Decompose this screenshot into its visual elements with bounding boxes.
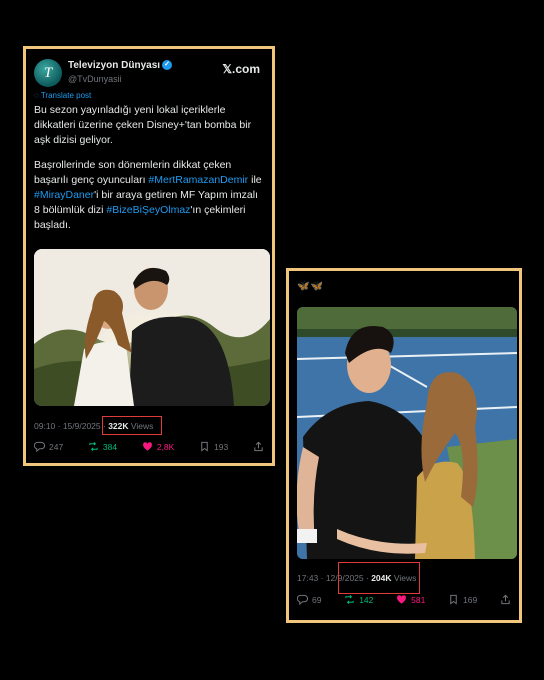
author-handle[interactable]: @TvDunyasii — [68, 74, 122, 84]
tweet-paragraph-2: Başrollerinde son dönemlerin dikkat çeke… — [34, 158, 264, 233]
bookmark-button[interactable]: 193 — [199, 441, 228, 452]
author-name[interactable]: Televizyon Dünyası ✓ — [68, 60, 173, 71]
translate-post-link[interactable]: ◌ Translate post — [34, 91, 91, 100]
reply-count: 69 — [312, 594, 322, 605]
couple-tennis-court-illustration — [297, 307, 517, 559]
like-count: 581 — [411, 594, 426, 605]
reply-button[interactable]: 69 — [297, 594, 321, 605]
text-segment: ile — [248, 174, 262, 186]
repost-icon — [345, 595, 354, 604]
x-logo: 𝕏.com — [222, 62, 260, 76]
bookmark-icon — [201, 441, 208, 452]
bookmark-button[interactable]: 169 — [448, 594, 477, 605]
avatar[interactable]: T — [34, 59, 62, 87]
tweet-photo[interactable] — [34, 249, 270, 406]
hashtag-link[interactable]: #BizeBiŞeyOlmaz — [106, 204, 190, 216]
hashtag-link[interactable]: #MirayDaner — [34, 189, 94, 201]
tweet-actions: 247 384 2,8K 193 — [34, 441, 264, 452]
like-count: 2,8K — [156, 441, 175, 452]
like-button[interactable]: 581 — [396, 594, 425, 605]
tweet-text: Bu sezon yayınladığı yeni lokal içerikle… — [34, 103, 264, 243]
like-button[interactable]: 2,8K — [142, 441, 175, 452]
translate-label: Translate post — [40, 91, 92, 100]
bookmark-count: 193 — [214, 441, 229, 452]
bookmark-icon — [450, 594, 457, 605]
butterfly-emoji-text: 🦋🦋 — [297, 281, 324, 292]
globe-icon: ◌ — [34, 91, 39, 100]
heart-icon — [397, 595, 407, 604]
repost-icon — [89, 442, 98, 451]
reply-button[interactable]: 247 — [34, 441, 63, 452]
tweet-card-televizyon-dunyasi: T Televizyon Dünyası ✓ @TvDunyasii 𝕏.com … — [23, 46, 275, 466]
tweet-actions: 69 142 581 169 — [297, 594, 511, 605]
verified-badge-icon: ✓ — [162, 60, 173, 71]
repost-button[interactable]: 142 — [344, 594, 373, 605]
repost-count: 384 — [102, 441, 118, 452]
tweet-card-second: 🦋🦋 17:43 · 12/9/2025 · 204K Views 69 142… — [286, 268, 522, 623]
views-highlight-box — [102, 416, 162, 435]
author-name-text: Televizyon Dünyası — [68, 60, 161, 71]
hashtag-link[interactable]: #MertRamazanDemir — [148, 174, 248, 186]
tweet-photo[interactable] — [297, 307, 517, 559]
reply-count: 247 — [49, 441, 64, 452]
views-highlight-box — [338, 562, 420, 594]
share-button[interactable] — [253, 441, 264, 452]
share-button[interactable] — [500, 594, 511, 605]
heart-icon — [142, 442, 152, 451]
timestamp[interactable]: 09:10 · 15/9/2025 · — [34, 421, 108, 431]
reply-icon — [297, 594, 308, 605]
share-icon — [501, 594, 510, 605]
avatar-letter: T — [43, 64, 53, 81]
bookmark-count: 169 — [463, 594, 478, 605]
repost-count: 142 — [359, 594, 374, 605]
couple-photo-illustration — [34, 249, 270, 406]
repost-button[interactable]: 384 — [88, 441, 117, 452]
tweet-header: T Televizyon Dünyası ✓ @TvDunyasii 𝕏.com — [34, 57, 264, 91]
tweet-paragraph-1: Bu sezon yayınladığı yeni lokal içerikle… — [34, 104, 252, 146]
reply-icon — [34, 441, 45, 452]
share-icon — [254, 441, 263, 452]
